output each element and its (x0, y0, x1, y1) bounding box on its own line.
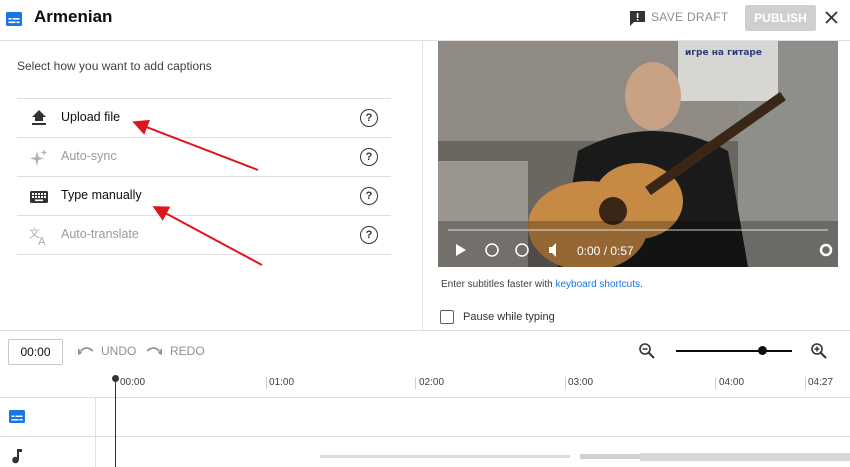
tick-label: 04:27 (808, 377, 834, 388)
audio-waveform (320, 453, 850, 461)
tick-mark (565, 377, 566, 389)
tick-mark (715, 377, 716, 389)
zoom-slider-track[interactable] (676, 350, 792, 352)
undo-icon[interactable] (77, 345, 95, 357)
timeline-divider (0, 436, 850, 437)
tick-label: 00:00 (120, 377, 146, 388)
toolbar-divider (0, 330, 850, 331)
audio-track-icon (12, 449, 22, 464)
tick-label: 01:00 (269, 377, 295, 388)
undo-button[interactable]: UNDO (101, 344, 136, 358)
arrow-to-upload-file (132, 119, 259, 171)
video-frame: игре на гитаре (438, 41, 838, 267)
video-player[interactable]: игре на гитаре 0:00 / 0:57 (438, 41, 838, 267)
sign-text: игре на гитаре (685, 48, 762, 58)
current-time-field[interactable]: 00:00 (8, 339, 63, 365)
redo-button[interactable]: REDO (170, 344, 205, 358)
panel-divider (422, 40, 423, 332)
zoom-in-icon[interactable] (811, 343, 827, 359)
zoom-out-icon[interactable] (639, 343, 655, 359)
zoom-slider-handle[interactable] (758, 346, 767, 355)
timeline-divider (0, 397, 850, 398)
tick-mark (805, 377, 806, 389)
keyboard-shortcuts-link[interactable]: keyboard shortcuts (556, 279, 641, 290)
subtitle-track-icon (9, 410, 25, 423)
arrow-to-type-manually (152, 206, 263, 266)
shortcut-hint: Enter subtitles faster with keyboard sho… (441, 279, 643, 290)
hint-suffix: . (640, 279, 643, 290)
video-time: 0:00 / 0:57 (577, 244, 634, 258)
pause-while-typing-label: Pause while typing (463, 311, 555, 323)
tick-label: 04:00 (719, 377, 745, 388)
tick-mark (266, 377, 267, 389)
pause-while-typing-checkbox[interactable] (440, 310, 454, 324)
hint-text: Enter subtitles faster with (441, 279, 556, 290)
playhead[interactable] (115, 379, 116, 467)
lane-header-divider (95, 398, 96, 467)
tick-label: 02:00 (419, 377, 445, 388)
tick-mark (415, 377, 416, 389)
tick-label: 03:00 (568, 377, 594, 388)
redo-icon[interactable] (145, 345, 163, 357)
